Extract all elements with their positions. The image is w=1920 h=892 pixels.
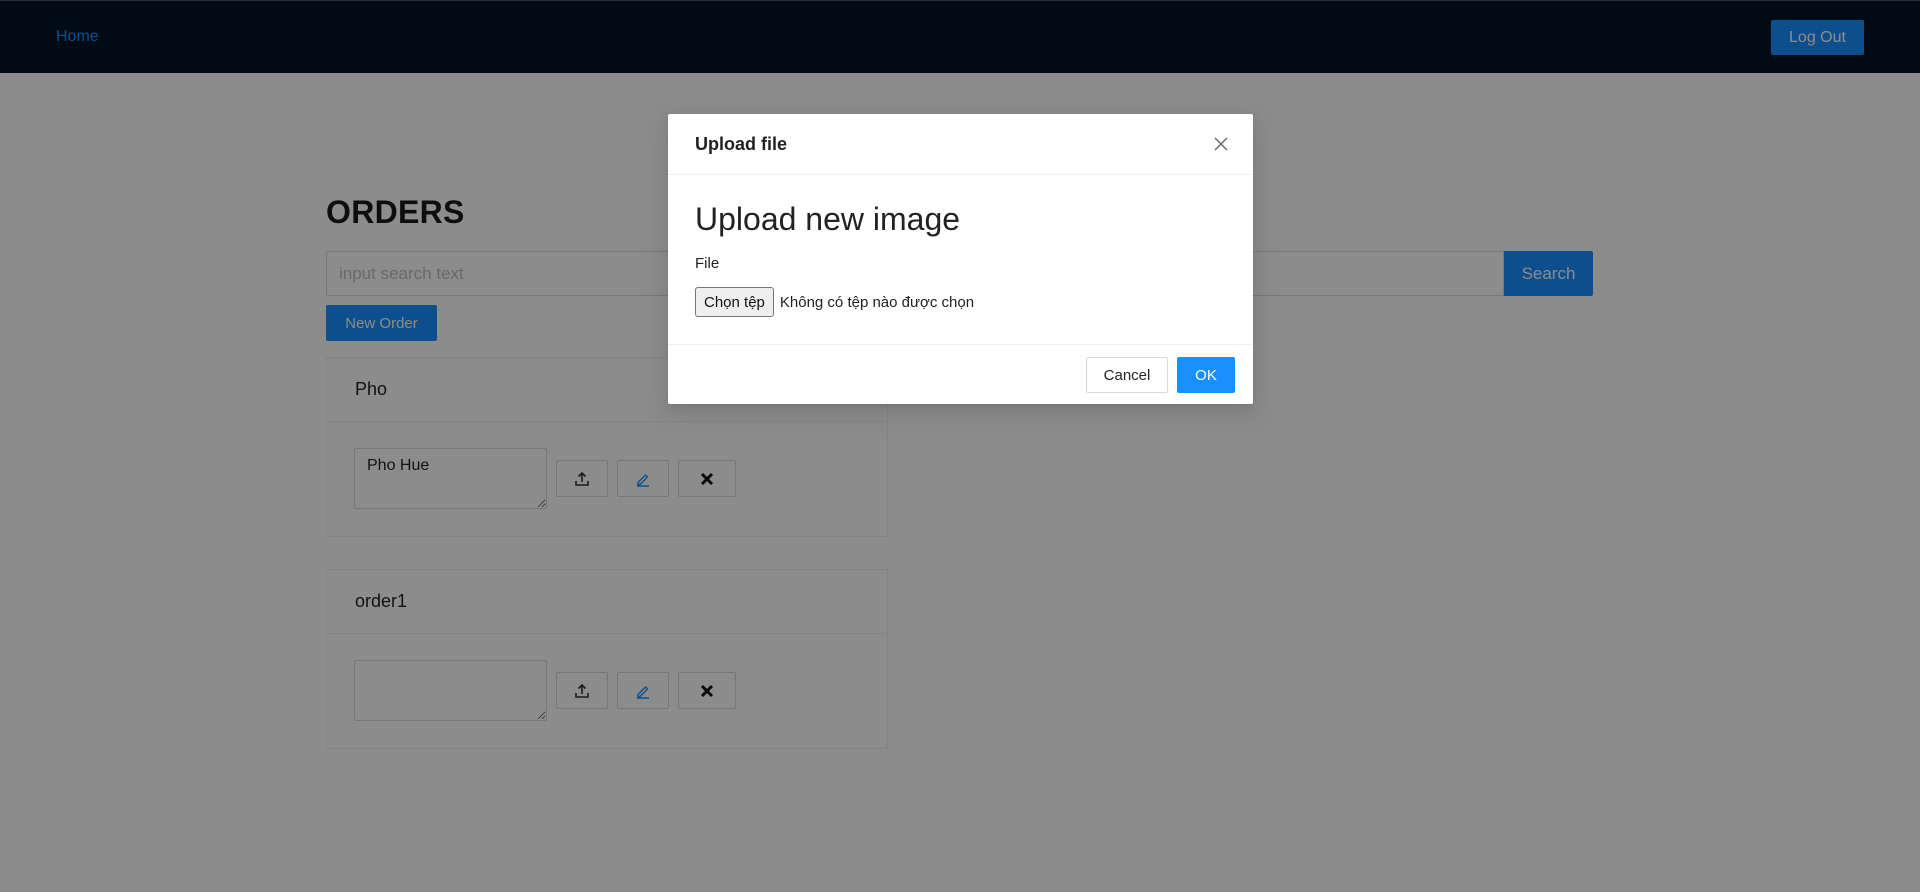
modal-header: Upload file (668, 114, 1253, 175)
file-input: Chọn tệp Không có tệp nào được chọn (695, 287, 974, 317)
modal-title: Upload file (695, 133, 788, 154)
choose-file-button[interactable]: Chọn tệp (695, 287, 774, 317)
no-file-text: Không có tệp nào được chọn (779, 293, 975, 311)
modal-body: Upload new image (668, 175, 1253, 345)
modal-footer: Cancel OK (668, 345, 1253, 404)
modal-close-button[interactable] (1209, 132, 1233, 156)
modal-heading: Upload new image (695, 201, 961, 237)
file-label: File (695, 255, 720, 272)
cancel-button[interactable]: Cancel (1086, 357, 1168, 393)
ok-button[interactable]: OK (1177, 357, 1235, 393)
upload-modal: Upload file Upload new image File Chọn t… (668, 114, 1253, 404)
close-icon (1214, 137, 1228, 151)
